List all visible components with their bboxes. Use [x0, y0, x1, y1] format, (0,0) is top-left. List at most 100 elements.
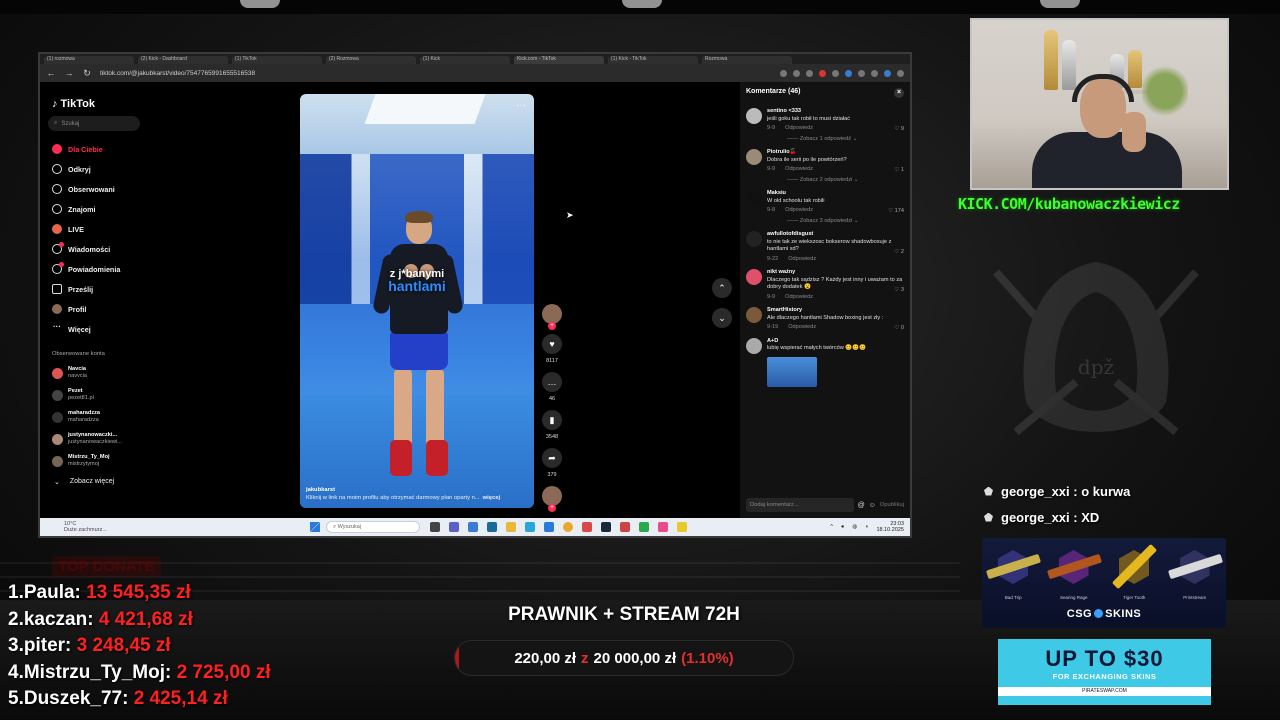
view-replies-button[interactable]: —— Zobacz 1 odpowiedź ⌄: [787, 136, 903, 144]
see-more-button[interactable]: ⌄ Zobacz więcej: [48, 478, 142, 486]
taskbar-search[interactable]: ⌕ Wyszukaj: [326, 521, 420, 533]
nav-item-messages[interactable]: Wiadomości: [48, 239, 142, 259]
previous-video-button[interactable]: ⌃: [712, 278, 732, 298]
followed-account[interactable]: Pezet pezet81.pl: [48, 384, 142, 406]
network-icon[interactable]: ◍: [852, 524, 857, 530]
mic-icon[interactable]: ●: [841, 524, 844, 530]
browser-tab[interactable]: Kick.com - TikTok: [514, 56, 604, 64]
sound-avatar[interactable]: [542, 486, 562, 512]
profile-icon[interactable]: [884, 69, 891, 77]
close-icon[interactable]: ×: [894, 88, 904, 98]
followed-account[interactable]: Navcia navvcia: [48, 362, 142, 384]
comment-user[interactable]: awfullotofdisgust: [767, 231, 903, 239]
comment-user[interactable]: sentino <333: [767, 108, 903, 116]
forward-icon[interactable]: →: [64, 68, 74, 78]
comment-input[interactable]: Dodaj komentarz...: [746, 498, 854, 512]
browser-tab[interactable]: (2) Rozmowa: [326, 56, 416, 64]
bookmark-star-icon[interactable]: [806, 69, 813, 77]
author-avatar[interactable]: [542, 304, 562, 330]
app-icon[interactable]: [677, 522, 687, 532]
comment-user[interactable]: SmartHistory: [767, 307, 903, 315]
avatar[interactable]: [746, 307, 762, 323]
mention-icon[interactable]: @: [858, 502, 865, 509]
comment-button[interactable]: …: [542, 372, 562, 392]
comment-like-button[interactable]: ♡ 3: [894, 287, 904, 293]
menu-icon[interactable]: [897, 69, 904, 77]
back-icon[interactable]: ←: [46, 68, 56, 78]
comment-user[interactable]: Maksiu: [767, 190, 903, 198]
comment-like-button[interactable]: ♡ 9: [894, 126, 904, 132]
nav-item-friends[interactable]: Znajomi: [48, 199, 142, 219]
reply-button[interactable]: Odpowiedz: [785, 294, 813, 302]
reply-button[interactable]: Odpowiedz: [785, 125, 813, 133]
like-button[interactable]: ♥: [542, 334, 562, 354]
nav-item-notifications[interactable]: Powiadomienia: [48, 259, 142, 279]
comment-like-button[interactable]: ♡ 174: [888, 208, 904, 214]
nav-item-upload[interactable]: Prześlij: [48, 279, 142, 299]
pirateswap-promo[interactable]: UP TO $30 FOR EXCHANGING SKINS PIRATESWA…: [998, 639, 1211, 705]
extension-icon[interactable]: [832, 69, 839, 77]
save-button[interactable]: ▮: [542, 410, 562, 430]
browser-tab[interactable]: (1) rozmowa: [44, 56, 134, 64]
app-icon[interactable]: [582, 522, 592, 532]
app-icon[interactable]: [620, 522, 630, 532]
followed-account[interactable]: Mistrzu_Ty_Moj mistrzytymoj: [48, 450, 142, 472]
browser-tab[interactable]: (1) TikTok: [232, 56, 322, 64]
volume-icon[interactable]: ◖: [865, 524, 868, 530]
avatar[interactable]: [746, 231, 762, 247]
browser-tab[interactable]: Rozmowa: [702, 56, 792, 64]
more-options-icon[interactable]: ···: [516, 100, 526, 111]
windows-start-icon[interactable]: [310, 522, 320, 532]
nav-item-explore[interactable]: Odkryj: [48, 159, 142, 179]
app-icon[interactable]: [487, 522, 497, 532]
comment-user[interactable]: A+D: [767, 338, 903, 346]
csgo-skins-banner[interactable]: Bad Trip Searing Rage Tiger Tooth Prints…: [982, 538, 1226, 628]
show-more-link[interactable]: więcej: [483, 495, 500, 501]
edge-icon[interactable]: [525, 522, 535, 532]
tiktok-logo[interactable]: ♪ TikTok: [52, 98, 142, 110]
app-icon[interactable]: [639, 522, 649, 532]
nav-item-for-you[interactable]: Dla Ciebie: [48, 139, 142, 159]
browser-tab[interactable]: (1) Kick - TikTok: [608, 56, 698, 64]
extension-icon[interactable]: [858, 69, 865, 77]
task-view-icon[interactable]: [430, 522, 440, 532]
avatar[interactable]: [746, 269, 762, 285]
video-player[interactable]: z j*banymi hantlami ··· jakubkarst Klikn…: [300, 94, 534, 508]
post-comment-button[interactable]: Opublikuj: [880, 502, 904, 508]
followed-account[interactable]: justynanowaczki... justynanowaczkiewi...: [48, 428, 142, 450]
nav-item-more[interactable]: ··· Więcej: [48, 319, 142, 339]
share-button[interactable]: ➦: [542, 448, 562, 468]
reply-button[interactable]: Odpowiedz: [785, 166, 813, 174]
comment-user[interactable]: Piotrulio🍒: [767, 149, 903, 157]
file-explorer-icon[interactable]: [506, 522, 516, 532]
app-icon[interactable]: [544, 522, 554, 532]
extension-icon[interactable]: [819, 69, 826, 77]
followed-account[interactable]: maharadzza maharadzza: [48, 406, 142, 428]
browser-tab[interactable]: (1) Kick: [420, 56, 510, 64]
extension-icon[interactable]: [793, 69, 800, 77]
chrome-icon[interactable]: [563, 522, 573, 532]
browser-tab[interactable]: (2) Kick - Dashboard: [138, 56, 228, 64]
avatar[interactable]: [746, 337, 762, 354]
app-icon[interactable]: [468, 522, 478, 532]
extension-icon[interactable]: [871, 69, 878, 77]
avatar[interactable]: [746, 190, 762, 206]
comment-like-button[interactable]: ♡ 0: [894, 325, 904, 331]
video-author[interactable]: jakubkarst: [306, 486, 530, 494]
reply-button[interactable]: Odpowiedz: [788, 324, 816, 332]
weather-widget[interactable]: 10°C Duże zachmurz...: [40, 521, 310, 533]
app-icon[interactable]: [658, 522, 668, 532]
extension-icon[interactable]: [780, 69, 787, 77]
reply-button[interactable]: Odpowiedz: [785, 207, 813, 215]
nav-item-live[interactable]: LIVE: [48, 219, 142, 239]
comment-image[interactable]: [767, 356, 817, 387]
steam-icon[interactable]: [601, 522, 611, 532]
comment-user[interactable]: nikt ważny: [767, 269, 903, 277]
teams-icon[interactable]: [449, 522, 459, 532]
url-field[interactable]: tiktok.com/@jakubkarst/video/75477659916…: [100, 70, 255, 77]
next-video-button[interactable]: ⌄: [712, 308, 732, 328]
avatar[interactable]: [746, 108, 762, 124]
chevron-up-icon[interactable]: ^: [830, 524, 833, 530]
comment-like-button[interactable]: ♡ 2: [894, 249, 904, 255]
view-replies-button[interactable]: —— Zobacz 2 odpowiedzi ⌄: [787, 177, 903, 185]
